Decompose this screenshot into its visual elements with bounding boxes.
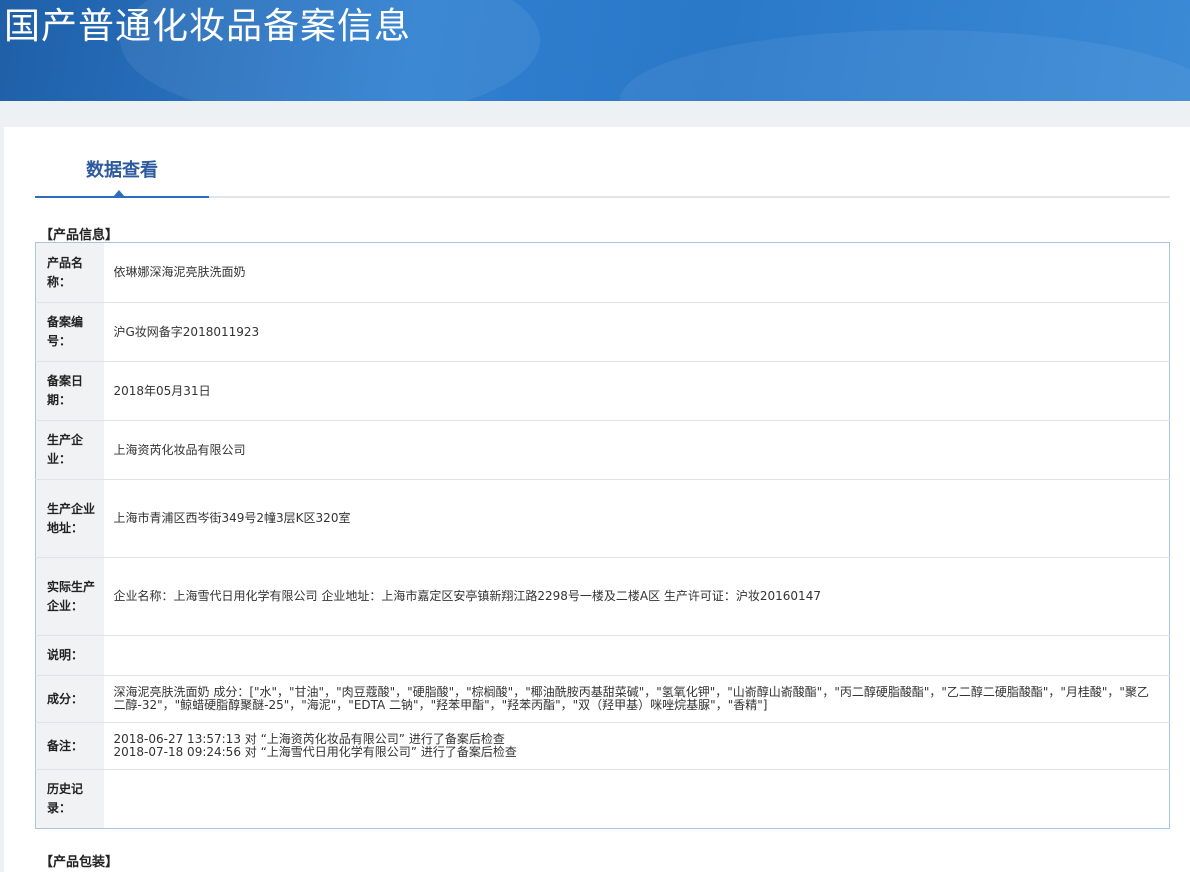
row-label: 说明： xyxy=(35,635,104,676)
row-label: 历史记录： xyxy=(35,769,104,829)
banner-decoration xyxy=(620,30,1190,101)
remark-line: 2018-07-18 09:24:56 对 “上海雪代日用化学有限公司” 进行了… xyxy=(113,745,517,759)
table-row: 历史记录： xyxy=(35,769,1170,829)
row-value: 依琳娜深海泥亮肤洗面奶 xyxy=(103,242,1170,303)
row-label: 备案编号： xyxy=(35,302,104,362)
row-value xyxy=(104,770,1170,829)
row-value: 上海市青浦区西岑街349号2幢3层K区320室 xyxy=(103,479,1170,558)
table-row: 备注： 2018-06-27 13:57:13 对 “上海资芮化妆品有限公司” … xyxy=(35,722,1170,770)
page-title: 国产普通化妆品备案信息 xyxy=(4,6,412,47)
tab-bar: 数据查看 xyxy=(35,149,1170,198)
table-row: 备案日期： 2018年05月31日 xyxy=(35,361,1170,421)
packaging-section-title: 【产品包装】 xyxy=(40,855,119,870)
row-value: 2018-06-27 13:57:13 对 “上海资芮化妆品有限公司” 进行了备… xyxy=(103,722,1170,770)
row-label: 生产企业： xyxy=(35,420,104,480)
table-row: 实际生产企业： 企业名称：上海雪代日用化学有限公司 企业地址：上海市嘉定区安亭镇… xyxy=(35,557,1170,636)
row-value: 企业名称：上海雪代日用化学有限公司 企业地址：上海市嘉定区安亭镇新翔江路2298… xyxy=(103,557,1170,636)
content-panel: 数据查看 【产品信息】 产品名称： 依琳娜深海泥亮肤洗面奶 备案编号： 沪G妆网… xyxy=(4,127,1190,872)
tab-data-view[interactable]: 数据查看 xyxy=(35,149,209,198)
table-row: 产品名称： 依琳娜深海泥亮肤洗面奶 xyxy=(35,242,1170,303)
table-row: 生产企业： 上海资芮化妆品有限公司 xyxy=(35,420,1170,480)
row-label: 实际生产企业： xyxy=(35,557,104,636)
row-label: 备注： xyxy=(35,722,104,770)
row-value: 沪G妆网备字2018011923 xyxy=(103,302,1170,362)
row-label: 成分： xyxy=(35,675,104,723)
tab-label: 数据查看 xyxy=(86,160,158,181)
product-info-section-title: 【产品信息】 xyxy=(40,228,119,243)
tab-indicator-caret xyxy=(113,190,125,197)
product-info-table: 产品名称： 依琳娜深海泥亮肤洗面奶 备案编号： 沪G妆网备字2018011923… xyxy=(35,242,1170,829)
header-banner: 国产普通化妆品备案信息 xyxy=(0,0,1190,101)
table-row: 生产企业地址： 上海市青浦区西岑街349号2幢3层K区320室 xyxy=(35,479,1170,558)
row-value xyxy=(103,635,1170,676)
row-label: 备案日期： xyxy=(35,361,104,421)
table-row: 说明： xyxy=(35,635,1170,676)
row-value: 上海资芮化妆品有限公司 xyxy=(103,420,1170,480)
table-row: 备案编号： 沪G妆网备字2018011923 xyxy=(35,302,1170,362)
row-value: 2018年05月31日 xyxy=(103,361,1170,421)
row-label: 产品名称： xyxy=(35,242,104,303)
table-row: 成分： 深海泥亮肤洗面奶 成分：["水"，"甘油"，"肉豆蔻酸"，"硬脂酸"，"… xyxy=(35,675,1170,723)
row-label: 生产企业地址： xyxy=(35,479,104,558)
row-value: 深海泥亮肤洗面奶 成分：["水"，"甘油"，"肉豆蔻酸"，"硬脂酸"，"棕榈酸"… xyxy=(103,675,1170,723)
